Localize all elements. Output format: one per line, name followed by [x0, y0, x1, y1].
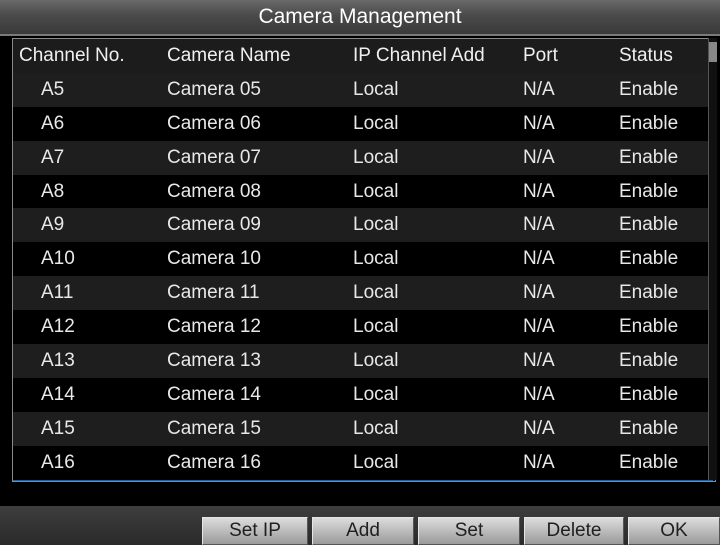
cell-status: Enable	[619, 411, 713, 446]
table-row[interactable]: A6 Camera 06 Local N/A Enable	[13, 106, 713, 141]
cell-status: Enable	[619, 72, 713, 107]
cell-status: Enable	[619, 344, 713, 378]
cell-camera-name: Camera 14	[163, 377, 353, 412]
delete-button[interactable]: Delete	[524, 517, 624, 545]
cell-channel: A13	[13, 344, 163, 378]
cell-port: N/A	[523, 174, 619, 209]
cell-ip-address: Local	[353, 72, 523, 107]
add-button[interactable]: Add	[312, 517, 414, 545]
table-row[interactable]: A10 Camera 10 Local N/A Enable	[13, 242, 713, 277]
cell-camera-name: Camera 05	[163, 72, 353, 107]
cell-port: N/A	[523, 344, 619, 378]
cell-port: 8000	[523, 479, 619, 481]
set-button[interactable]: Set	[418, 517, 520, 545]
cell-status: Enable	[619, 140, 713, 175]
column-header-status[interactable]: Status	[619, 39, 713, 73]
table-header-row: Channel No. Camera Name IP Channel Add P…	[13, 39, 713, 73]
cell-channel: A12	[13, 310, 163, 345]
table-row[interactable]: A9 Camera 09 Local N/A Enable	[13, 208, 713, 243]
cell-status: Enable	[619, 276, 713, 311]
ok-button[interactable]: OK	[628, 517, 720, 545]
table-row[interactable]: A8 Camera 08 Local N/A Enable	[13, 174, 713, 209]
camera-table: Channel No. Camera Name IP Channel Add P…	[12, 38, 716, 482]
cell-camera-name: Camera 11	[163, 276, 353, 311]
cell-ip-address: 172.8.116.123	[353, 479, 523, 481]
cell-port: N/A	[523, 208, 619, 243]
cell-port: N/A	[523, 242, 619, 277]
cell-camera-name: Camera 15	[163, 411, 353, 446]
button-bar: Set IP Add Set Delete OK	[0, 506, 720, 545]
cell-ip-address: Local	[353, 140, 523, 175]
column-header-channel[interactable]: Channel No.	[13, 39, 163, 73]
cell-camera-name: Camera 09	[163, 208, 353, 243]
cell-camera-name: Camera 06	[163, 106, 353, 141]
set-ip-button[interactable]: Set IP	[202, 517, 308, 545]
cell-status: Enable	[619, 242, 713, 277]
cell-port: N/A	[523, 377, 619, 412]
cell-camera-name: Camera 12	[163, 310, 353, 345]
cell-channel: D1	[13, 479, 163, 481]
cell-port: N/A	[523, 411, 619, 446]
table-row[interactable]: A5 Camera 05 Local N/A Enable	[13, 72, 713, 107]
cell-channel: A16	[13, 445, 163, 480]
cell-status: Enable	[619, 208, 713, 243]
cell-status: Enable	[619, 106, 713, 141]
table-scrollbar[interactable]	[708, 38, 717, 480]
table-row[interactable]: A16 Camera 16 Local N/A Enable	[13, 445, 713, 480]
cell-ip-address: Local	[353, 208, 523, 243]
table-row[interactable]: A12 Camera 12 Local N/A Enable	[13, 310, 713, 345]
cell-ip-address: Local	[353, 377, 523, 412]
column-header-ip-address[interactable]: IP Channel Add	[353, 39, 523, 73]
cell-channel: A11	[13, 276, 163, 311]
cell-channel: A6	[13, 106, 163, 141]
cell-status: Enable	[619, 445, 713, 480]
cell-ip-address: Local	[353, 276, 523, 311]
cell-camera-name: IPCamera 01	[163, 479, 353, 481]
cell-camera-name: Camera 10	[163, 242, 353, 277]
cell-ip-address: Local	[353, 242, 523, 277]
column-header-port[interactable]: Port	[523, 39, 619, 73]
cell-port: N/A	[523, 310, 619, 345]
cell-channel: A5	[13, 72, 163, 107]
cell-ip-address: Local	[353, 344, 523, 378]
cell-status: Enable	[619, 310, 713, 345]
cell-channel: A9	[13, 208, 163, 243]
cell-channel: A14	[13, 377, 163, 412]
table-row[interactable]: A7 Camera 07 Local N/A Enable	[13, 140, 713, 175]
cell-ip-address: Local	[353, 174, 523, 209]
cell-port: N/A	[523, 276, 619, 311]
cell-ip-address: Local	[353, 310, 523, 345]
table-row[interactable]: A11 Camera 11 Local N/A Enable	[13, 276, 713, 311]
cell-status: Connected	[619, 479, 713, 481]
cell-camera-name: Camera 07	[163, 140, 353, 175]
window-title: Camera Management	[0, 0, 720, 36]
table-row[interactable]: A13 Camera 13 Local N/A Enable	[13, 344, 713, 378]
camera-management-window: Camera Management Channel No. Camera Nam…	[0, 0, 720, 545]
cell-channel: A7	[13, 140, 163, 175]
table-row[interactable]: A15 Camera 15 Local N/A Enable	[13, 411, 713, 446]
cell-ip-address: Local	[353, 106, 523, 141]
cell-port: N/A	[523, 106, 619, 141]
table-row[interactable]: D1IPCamera 01172.8.116.1238000Connected	[13, 479, 713, 481]
cell-channel: A8	[13, 174, 163, 209]
cell-port: N/A	[523, 140, 619, 175]
cell-status: Enable	[619, 174, 713, 209]
column-header-camera-name[interactable]: Camera Name	[163, 39, 353, 73]
cell-channel: A15	[13, 411, 163, 446]
cell-ip-address: Local	[353, 411, 523, 446]
cell-port: N/A	[523, 445, 619, 480]
cell-port: N/A	[523, 72, 619, 107]
table-row[interactable]: A14 Camera 14 Local N/A Enable	[13, 377, 713, 412]
cell-camera-name: Camera 13	[163, 344, 353, 378]
cell-camera-name: Camera 08	[163, 174, 353, 209]
cell-channel: A10	[13, 242, 163, 277]
scrollbar-thumb[interactable]	[709, 42, 717, 62]
cell-ip-address: Local	[353, 445, 523, 480]
cell-status: Enable	[619, 377, 713, 412]
cell-camera-name: Camera 16	[163, 445, 353, 480]
